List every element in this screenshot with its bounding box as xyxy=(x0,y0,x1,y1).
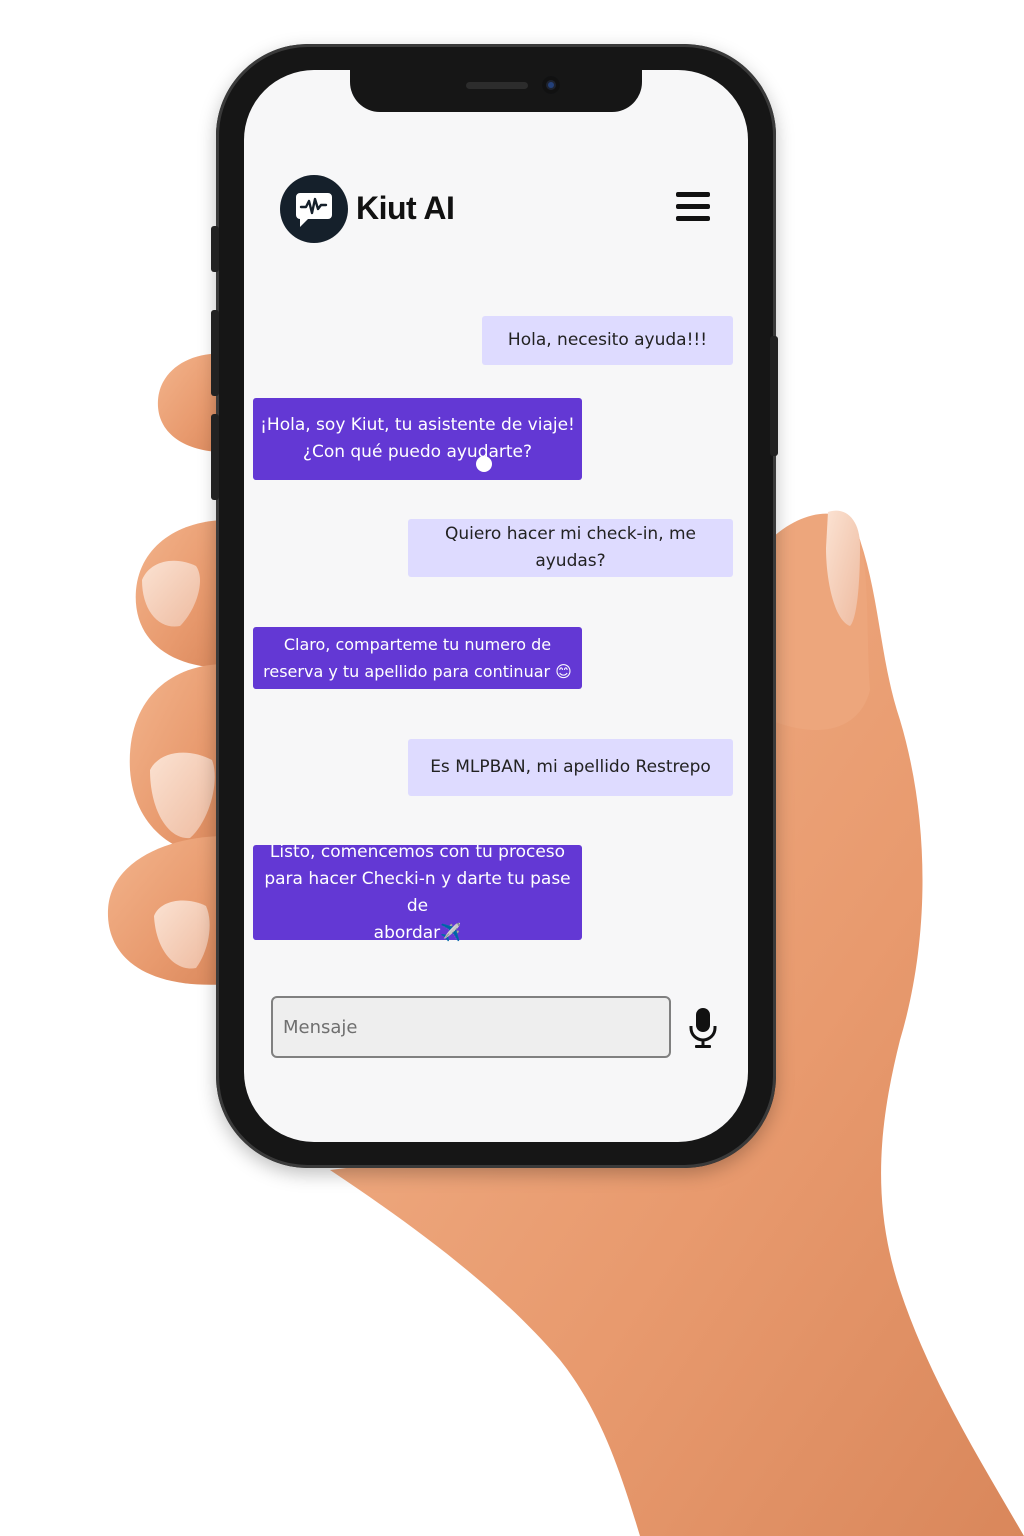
chat-message-bot: Listo, comencemos con tu proceso para ha… xyxy=(253,842,582,943)
app-brand-name: Kiut AI xyxy=(356,190,455,226)
phone-side-button xyxy=(211,414,219,500)
phone-side-button xyxy=(211,226,219,272)
message-text: Quiero hacer mi check-in, me ayudas? xyxy=(444,524,697,571)
chat-message-user: Quiero hacer mi check-in, me ayudas? xyxy=(408,519,733,577)
message-text: ¡Hola, soy Kiut, tu asistente de viaje! … xyxy=(260,415,575,462)
chat-message-bot: Claro, comparteme tu numero de reserva y… xyxy=(253,627,582,689)
front-camera xyxy=(542,76,560,94)
chat-message-bot: ¡Hola, soy Kiut, tu asistente de viaje! … xyxy=(253,398,582,480)
phone-side-button xyxy=(211,310,219,396)
message-text: Es MLPBAN, mi apellido Restrepo xyxy=(430,757,711,777)
message-text: Listo, comencemos con tu proceso para ha… xyxy=(264,841,571,943)
hamburger-menu-icon[interactable] xyxy=(676,192,710,226)
phone-power-button xyxy=(770,336,778,456)
message-input[interactable] xyxy=(271,996,671,1058)
chat-message-user: Hola, necesito ayuda!!! xyxy=(482,316,733,365)
speaker-grille xyxy=(466,82,528,89)
microphone-icon[interactable] xyxy=(688,1006,718,1050)
message-text: Claro, comparteme tu numero de reserva y… xyxy=(263,635,572,681)
chat-wave-icon xyxy=(280,175,348,243)
chat-message-user: Es MLPBAN, mi apellido Restrepo xyxy=(408,739,733,796)
phone-notch xyxy=(350,68,642,112)
message-text: Hola, necesito ayuda!!! xyxy=(507,330,708,350)
touch-indicator xyxy=(476,456,492,472)
